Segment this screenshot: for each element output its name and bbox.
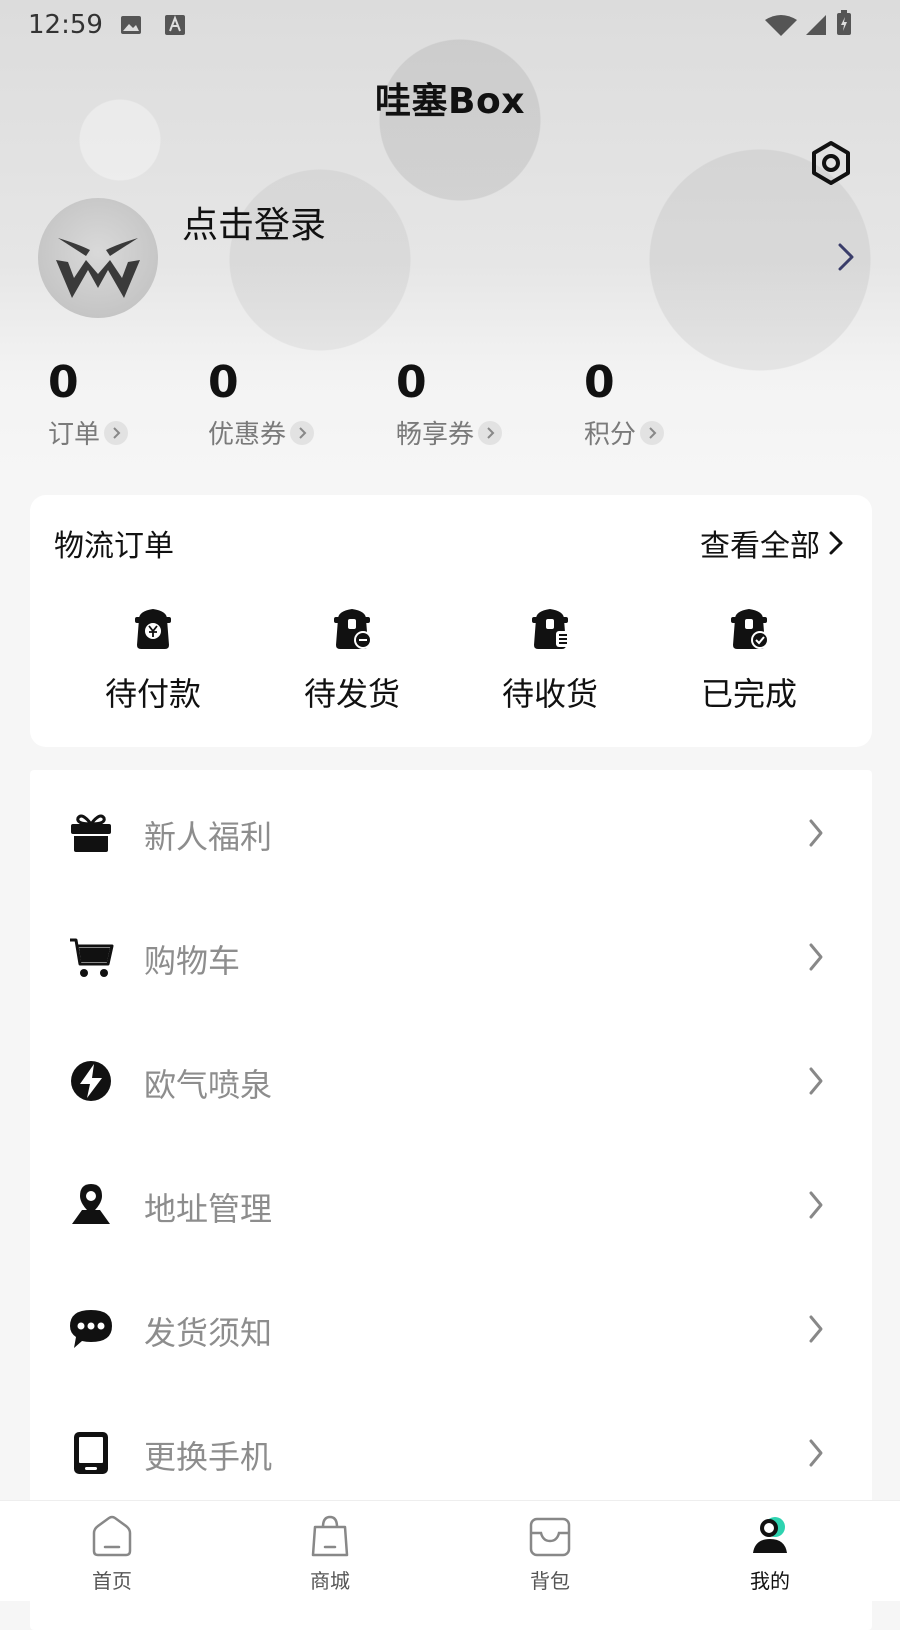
settings-icon[interactable] [808,140,854,186]
login-button[interactable]: 点击登录 [182,196,326,248]
home-icon [92,1515,132,1557]
stat-value: 0 [396,357,427,408]
stat-value: 0 [584,357,615,408]
menu-item-change-phone[interactable]: 更换手机 [30,1390,872,1514]
pending-shipment-icon [334,609,372,649]
chevron-right-icon[interactable] [836,242,856,272]
tab-label: 首页 [92,1569,132,1593]
tab-label: 我的 [750,1569,790,1593]
tab-mall[interactable]: 商城 [270,1513,390,1594]
wifi-icon [765,15,797,36]
chevron-right-icon [809,943,823,971]
menu-item-lucky-fountain[interactable]: 欧气喷泉 [30,1018,872,1142]
phone-icon [74,1432,108,1474]
order-completed[interactable]: 已完成 [649,605,849,715]
status-time: 12:59 [28,10,103,40]
menu-label: 更换手机 [144,1438,273,1476]
tab-label: 商城 [310,1569,350,1593]
page-title: 哇塞Box [375,81,525,122]
order-pending-shipment[interactable]: 待发货 [252,605,452,715]
chevron-right-icon [640,420,665,445]
view-all-link[interactable]: 查看全部 [700,521,844,565]
cart-icon [70,938,114,977]
avatar[interactable] [38,198,158,318]
chevron-right-icon [104,420,129,445]
font-icon [165,15,185,35]
order-pending-payment[interactable]: 待付款 [53,605,253,715]
profile-icon [753,1517,787,1553]
chevron-right-icon [809,819,823,847]
view-all-label: 查看全部 [700,529,820,564]
bottom-tab-bar: 首页 商城 背包 我的 [0,1500,900,1601]
stat-coupons[interactable]: 0 优惠券 [208,357,315,451]
menu-item-shopping-cart[interactable]: 购物车 [30,894,872,1018]
tab-backpack[interactable]: 背包 [490,1513,610,1594]
stats-row: 0 订单 0 优惠券 0 畅享券 0 积分 [0,358,900,458]
menu-label: 发货须知 [144,1314,273,1352]
shopping-bag-icon [311,1515,349,1557]
order-pending-receipt[interactable]: 待收货 [450,605,650,715]
tab-label: 背包 [530,1569,570,1593]
stat-unlimited-coupons[interactable]: 0 畅享券 [396,357,503,451]
menu-item-address-management[interactable]: 地址管理 [30,1142,872,1266]
stat-orders[interactable]: 0 订单 [48,357,129,451]
gift-icon [71,814,111,852]
stat-label: 畅享券 [396,420,475,450]
order-label: 已完成 [700,675,797,713]
lightning-icon [71,1061,111,1101]
stat-value: 0 [48,357,79,408]
chevron-right-icon [809,1067,823,1095]
stat-value: 0 [208,357,239,408]
chat-icon [70,1310,112,1348]
stat-points[interactable]: 0 积分 [584,357,665,451]
orders-title: 物流订单 [54,529,174,564]
order-label: 待收货 [501,675,598,713]
menu-label: 购物车 [144,942,241,980]
pending-payment-icon [135,609,171,649]
signal-icon [806,15,826,35]
menu-label: 新人福利 [144,818,273,856]
menu-label: 地址管理 [144,1190,273,1228]
chevron-right-icon [478,420,503,445]
menu-item-shipping-notice[interactable]: 发货须知 [30,1266,872,1390]
stat-label: 优惠券 [208,420,287,450]
gallery-icon [121,16,141,34]
inbox-icon [529,1517,571,1557]
completed-icon [731,609,769,649]
menu-label: 欧气喷泉 [144,1066,273,1104]
chevron-right-icon [809,1315,823,1343]
logistics-orders-card: 物流订单 查看全部 待付款 待发货 待收货 已完成 [30,495,872,747]
chevron-right-icon [809,1191,823,1219]
location-icon [72,1184,110,1224]
tab-home[interactable]: 首页 [52,1513,172,1594]
stat-label: 订单 [48,420,101,450]
pending-receipt-icon [532,609,570,649]
status-bar: 12:59 [0,0,900,48]
chevron-right-icon [829,531,843,555]
order-label: 待付款 [104,675,201,713]
menu-item-newcomer-benefits[interactable]: 新人福利 [30,770,872,894]
chevron-right-icon [290,420,315,445]
logo-icon [56,238,140,298]
order-label: 待发货 [303,675,400,713]
tab-mine[interactable]: 我的 [710,1513,830,1594]
stat-label: 积分 [584,420,637,450]
battery-icon [837,10,851,35]
chevron-right-icon [809,1439,823,1467]
